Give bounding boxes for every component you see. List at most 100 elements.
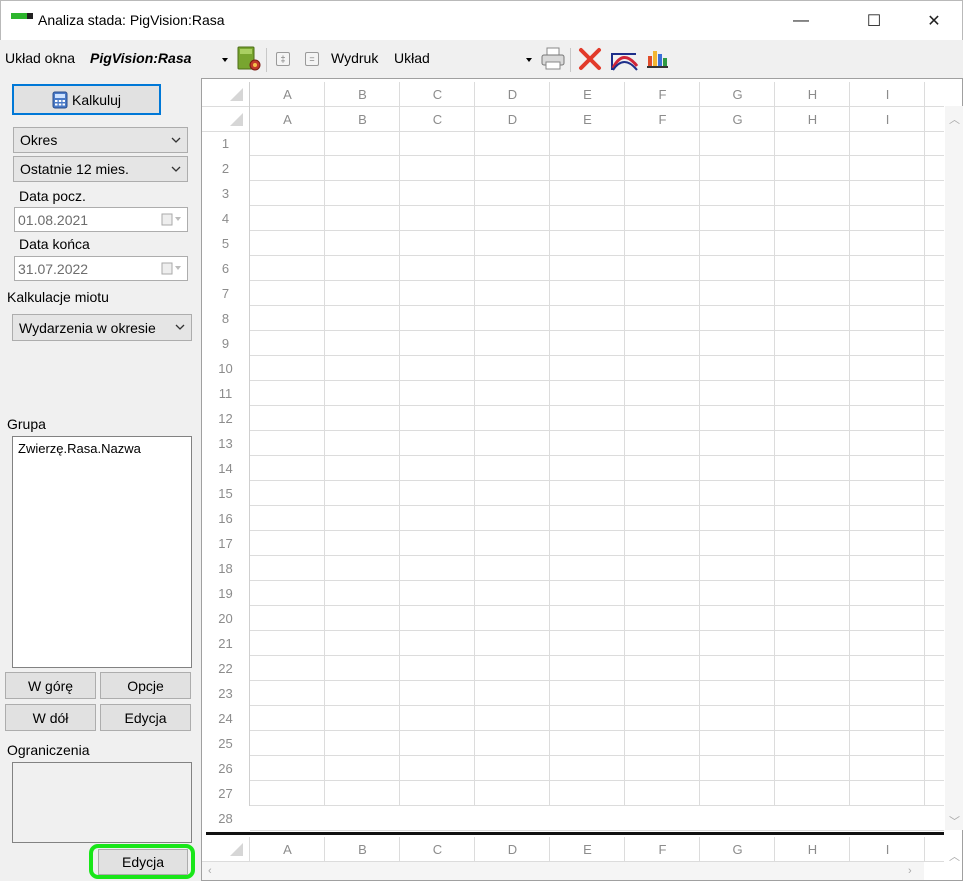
maximize-button[interactable]: ☐ <box>846 1 902 41</box>
litter-calc-label: Kalkulacje miotu <box>7 289 109 305</box>
row-header[interactable]: 19 <box>202 581 249 606</box>
row-header[interactable]: 21 <box>202 631 249 656</box>
row-header[interactable]: 13 <box>202 431 249 456</box>
column-header[interactable]: B <box>325 82 400 106</box>
row-header[interactable]: 12 <box>202 406 249 431</box>
printer-icon[interactable] <box>540 46 566 72</box>
column-header[interactable]: B <box>325 837 400 861</box>
row-header[interactable]: 2 <box>202 156 249 181</box>
close-button[interactable]: ✕ <box>906 1 962 41</box>
row-header[interactable]: 15 <box>202 481 249 506</box>
split-bar[interactable] <box>206 832 944 835</box>
column-header[interactable]: H <box>775 82 850 106</box>
scroll-down-icon[interactable]: ﹀ <box>949 813 960 829</box>
litter-calc-select[interactable]: Wydarzenia w okresie <box>12 314 192 341</box>
column-header[interactable]: H <box>775 107 850 131</box>
calendar-dropdown-icon[interactable] <box>161 262 183 275</box>
group-edit-button[interactable]: Edycja <box>100 704 191 731</box>
period-mode-select[interactable]: Okres <box>13 127 188 153</box>
column-header[interactable]: F <box>625 82 700 106</box>
layout-settings-icon[interactable] <box>236 46 262 72</box>
column-line <box>924 82 925 806</box>
vertical-scrollbar[interactable] <box>945 106 963 830</box>
row-header[interactable]: 23 <box>202 681 249 706</box>
row-header[interactable]: 6 <box>202 256 249 281</box>
scroll-up-icon[interactable]: ︿ <box>949 848 960 864</box>
column-header[interactable]: E <box>550 837 625 861</box>
row-header[interactable]: 26 <box>202 756 249 781</box>
row-header[interactable]: 27 <box>202 781 249 806</box>
options-button[interactable]: Opcje <box>100 672 191 699</box>
horizontal-scrollbar[interactable] <box>202 862 924 880</box>
column-header[interactable]: I <box>850 837 925 861</box>
row-header[interactable]: 16 <box>202 506 249 531</box>
row-line <box>250 780 944 781</box>
row-header[interactable]: 8 <box>202 306 249 331</box>
print-layout-combo[interactable]: Układ <box>388 46 536 72</box>
column-header[interactable]: G <box>700 837 775 861</box>
row-header[interactable]: 20 <box>202 606 249 631</box>
scroll-left-icon[interactable]: ‹ <box>208 865 212 877</box>
row-header[interactable]: 5 <box>202 231 249 256</box>
row-header[interactable]: 18 <box>202 556 249 581</box>
end-date-picker[interactable]: 31.07.2022 <box>14 256 188 281</box>
column-header[interactable]: D <box>475 837 550 861</box>
row-header[interactable]: 4 <box>202 206 249 231</box>
row-header[interactable]: 22 <box>202 656 249 681</box>
row-header[interactable]: 11 <box>202 381 249 406</box>
column-header[interactable]: A <box>250 107 325 131</box>
column-header[interactable]: C <box>400 837 475 861</box>
row-header[interactable]: 7 <box>202 281 249 306</box>
scroll-up-icon[interactable]: ︿ <box>949 111 960 127</box>
delete-x-icon[interactable] <box>577 46 603 72</box>
row-header[interactable]: 1 <box>202 131 249 156</box>
column-header[interactable]: D <box>475 82 550 106</box>
row-header[interactable]: 10 <box>202 356 249 381</box>
move-up-button[interactable]: W górę <box>5 672 96 699</box>
minimize-button[interactable]: — <box>773 1 829 41</box>
column-header[interactable]: C <box>400 107 475 131</box>
column-header[interactable]: G <box>700 107 775 131</box>
row-header[interactable]: 9 <box>202 331 249 356</box>
spreadsheet-grid[interactable]: A B C D E F G H I A B C D E F G H I A B C D E F G H I 1 2 3 4 5 6 7 8 9 10 11… <box>201 78 963 881</box>
calendar-dropdown-icon[interactable] <box>161 213 183 226</box>
row-header[interactable]: 3 <box>202 181 249 206</box>
column-header[interactable]: E <box>550 107 625 131</box>
row-header[interactable]: 14 <box>202 456 249 481</box>
column-header[interactable]: D <box>475 107 550 131</box>
column-header[interactable]: H <box>775 837 850 861</box>
row-header[interactable]: 24 <box>202 706 249 731</box>
column-header[interactable]: A <box>250 82 325 106</box>
corner-select-icon[interactable] <box>230 843 243 856</box>
period-range-select[interactable]: Ostatnie 12 mies. <box>13 156 188 182</box>
constraints-edit-button[interactable]: Edycja <box>98 849 188 875</box>
calculate-button[interactable]: Kalkuluj <box>12 84 161 115</box>
row-header[interactable]: 25 <box>202 731 249 756</box>
row-header[interactable]: 28 <box>202 806 249 831</box>
column-header[interactable]: I <box>850 82 925 106</box>
corner-select-icon[interactable] <box>230 88 243 101</box>
column-header[interactable]: A <box>250 837 325 861</box>
column-header[interactable]: F <box>625 107 700 131</box>
layout-combo[interactable]: PigVision:Rasa <box>84 46 232 72</box>
constraints-box[interactable] <box>12 762 192 843</box>
column-header[interactable]: I <box>850 107 925 131</box>
column-header[interactable]: C <box>400 82 475 106</box>
row-height-button[interactable]: ‡ <box>276 52 290 66</box>
row-header[interactable]: 17 <box>202 531 249 556</box>
scroll-right-icon[interactable]: › <box>908 865 912 877</box>
column-header[interactable]: F <box>625 837 700 861</box>
row-line <box>250 530 944 531</box>
list-item[interactable]: Zwierzę.Rasa.Nazwa <box>18 441 141 456</box>
group-list[interactable]: Zwierzę.Rasa.Nazwa <box>12 436 192 668</box>
column-header[interactable]: E <box>550 82 625 106</box>
corner-select-icon[interactable] <box>230 113 243 126</box>
move-down-button[interactable]: W dół <box>5 704 96 731</box>
column-header[interactable]: G <box>700 82 775 106</box>
column-header[interactable]: B <box>325 107 400 131</box>
start-date-picker[interactable]: 01.08.2021 <box>14 207 188 232</box>
bar-chart-icon[interactable] <box>646 46 672 72</box>
equalize-button[interactable]: = <box>305 52 319 66</box>
line-chart-icon[interactable] <box>610 46 639 72</box>
column-line <box>549 82 550 806</box>
